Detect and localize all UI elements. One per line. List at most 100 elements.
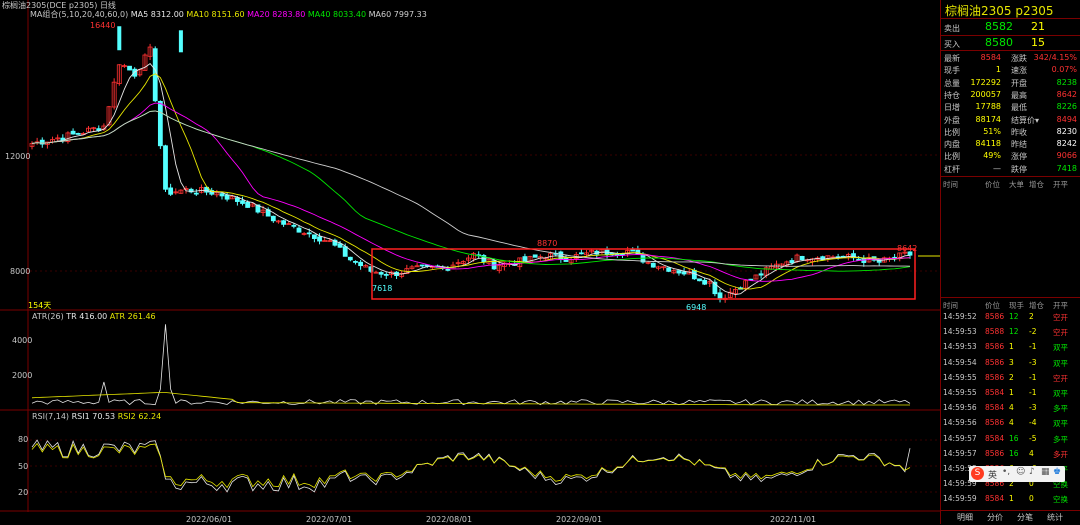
candle-body: [234, 197, 240, 202]
stat-value: 172292: [970, 77, 1001, 87]
stat-label: 现手: [944, 66, 960, 76]
column-header: 开平: [1053, 180, 1068, 189]
ime-mode[interactable]: 英: [988, 468, 997, 481]
candle-body: [270, 215, 276, 222]
tick-cell: 1: [1009, 342, 1014, 352]
rsi-axis-label: 50: [18, 462, 29, 471]
stat-label: 杠杆: [944, 164, 960, 174]
candle-body: [630, 249, 636, 252]
tick-cell: 2: [1029, 312, 1034, 321]
stat-label: 总量: [944, 78, 960, 88]
tick-row[interactable]: 14:59:53 8588 12 -2 空开: [941, 326, 1080, 338]
tick-row[interactable]: 14:59:57 8586 16 4 多开: [941, 448, 1080, 460]
low-price-mark: 7618: [372, 284, 393, 293]
sogou-icon: S: [971, 467, 984, 480]
emoji-icon[interactable]: ☺: [1016, 467, 1025, 477]
tick-cell: 16: [1009, 433, 1019, 443]
candle-body: [419, 264, 425, 267]
candle-body: [157, 100, 163, 147]
atr-line: [31, 392, 910, 406]
column-header: 大单: [1009, 180, 1024, 189]
tick-cell: 8586: [985, 312, 1005, 321]
tick-cell: 8584: [985, 433, 1005, 443]
tick-row[interactable]: 14:59:57 8584 16 -5 多平: [941, 433, 1080, 445]
tick-row[interactable]: 14:59:54 8586 3 -3 双平: [941, 357, 1080, 369]
stat-value: 51%: [983, 126, 1001, 136]
stat-label: 比例: [944, 152, 960, 162]
tick-cell: 14:59:55: [943, 372, 977, 382]
stat-value: 342/4.15%: [1033, 53, 1077, 62]
tick-cell: 14:59:54: [943, 357, 977, 367]
tick-row[interactable]: 14:59:55 8586 2 -1 空开: [941, 372, 1080, 384]
tick-cell: 双平: [1053, 389, 1068, 398]
tick-cell: -1: [1029, 372, 1037, 382]
candle-body: [245, 201, 251, 208]
mic-icon[interactable]: ♪: [1029, 467, 1035, 477]
peak-price-mark: 8870: [537, 239, 558, 248]
tick-cell: 8584: [985, 494, 1005, 504]
tick-row[interactable]: 14:59:53 8586 1 -1 双平: [941, 341, 1080, 353]
quote-title: 棕榈油2305 p2305: [945, 4, 1054, 18]
ime-toolbar[interactable]: S 英 •, ☺ ♪ ▦ ♚: [969, 466, 1065, 482]
tick-cell: 1: [1009, 388, 1014, 397]
candle-body: [799, 255, 805, 261]
punctuation-icon[interactable]: •,: [1002, 467, 1010, 477]
stat-label: 速涨: [1011, 66, 1027, 76]
tick-cell: 14:59:52: [943, 312, 977, 321]
tick-cell: 8588: [985, 327, 1005, 337]
tick-cell: 14:59:55: [943, 388, 977, 397]
tick-row[interactable]: 14:59:56 8586 4 -4 双平: [941, 417, 1080, 429]
tick-cell: 3: [1009, 357, 1014, 367]
candle-body: [219, 193, 225, 197]
candle-body: [578, 252, 584, 255]
stat-label: 开盘: [1011, 78, 1027, 88]
buy-row: 买入 8580 15: [944, 36, 1045, 49]
column-header: 增仓: [1029, 301, 1044, 310]
tick-row[interactable]: 14:59:52 8586 12 2 空开: [941, 311, 1080, 323]
bottom-tab[interactable]: 分笔: [1011, 512, 1039, 524]
skin-icon[interactable]: ♚: [1053, 467, 1061, 477]
bottom-tab[interactable]: 明细: [951, 512, 979, 524]
rsi-axis-label: 80: [18, 435, 29, 444]
tick-row[interactable]: 14:59:55 8584 1 -1 双平: [941, 387, 1080, 399]
candle-body: [168, 187, 174, 195]
kline-chart-area[interactable]: 棕榈油2305(DCE p2305) 日线 MA组合(5,10,20,40,60…: [0, 0, 940, 524]
stat-label: 昨结: [1011, 140, 1027, 150]
tick-cell: 空换: [1053, 495, 1068, 505]
kline-chart[interactable]: [0, 0, 940, 524]
candle-body: [240, 200, 245, 204]
candle-body: [358, 261, 364, 267]
bottom-tab[interactable]: 统计: [1041, 512, 1069, 524]
candle-body: [193, 192, 199, 195]
stat-label: 内盘: [944, 140, 960, 150]
keyboard-icon[interactable]: ▦: [1041, 467, 1050, 477]
tick-cell: 14:59:53: [943, 342, 977, 352]
stat-value: 8242: [1056, 139, 1077, 149]
candle-body: [132, 68, 138, 77]
candle-body: [117, 26, 122, 51]
candle-body: [378, 272, 384, 275]
candle-body: [342, 246, 348, 257]
column-header: 价位: [985, 301, 1000, 310]
candle-body: [522, 256, 528, 262]
candle-body: [317, 236, 322, 242]
stat-value: 8584: [980, 53, 1001, 62]
price-axis-label: 12000: [5, 152, 31, 161]
stat-value: 8642: [1056, 89, 1077, 99]
candle-body: [758, 273, 764, 276]
tick-cell: 双平: [1053, 343, 1068, 353]
ma-legend: MA组合(5,10,20,40,60,0) MA5 8312.00 MA10 8…: [30, 10, 427, 19]
candle-body: [532, 254, 538, 258]
candle-body: [163, 145, 168, 190]
stat-label: 日增: [944, 103, 960, 113]
tick-cell: 空开: [1053, 328, 1068, 338]
candle-body: [353, 261, 358, 263]
stat-value: 1: [995, 65, 1001, 75]
tick-row[interactable]: 14:59:59 8584 1 0 空换: [941, 493, 1080, 505]
stat-value: 8238: [1056, 77, 1077, 87]
atr-axis-label: 2000: [12, 371, 33, 380]
tick-cell: 16: [1009, 448, 1019, 458]
stat-label: 昨收: [1011, 127, 1027, 137]
bottom-tab[interactable]: 分价: [981, 512, 1009, 524]
tick-row[interactable]: 14:59:56 8584 4 -3 多平: [941, 402, 1080, 414]
